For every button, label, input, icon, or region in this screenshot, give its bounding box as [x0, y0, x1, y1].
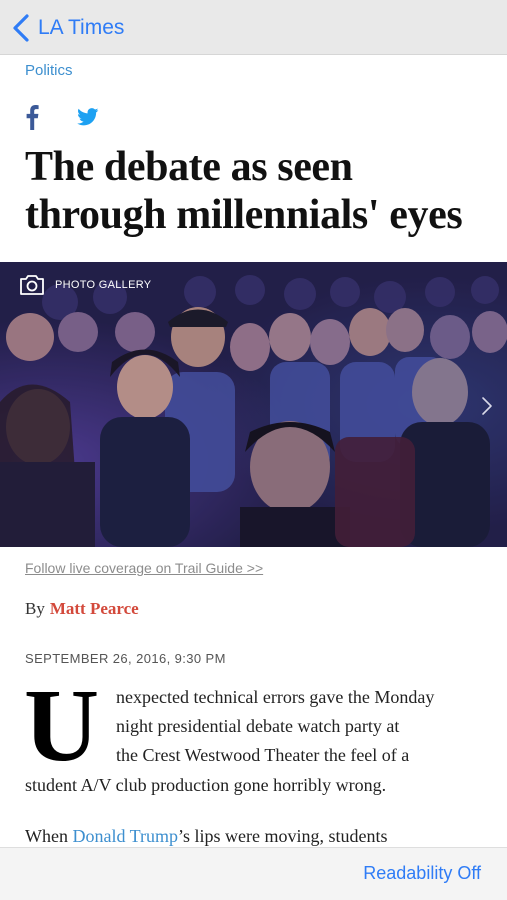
author-link[interactable]: Matt Pearce: [50, 599, 139, 618]
body-line-4: student A/V club production gone horribl…: [25, 775, 387, 795]
trail-guide-link[interactable]: Follow live coverage on Trail Guide >>: [25, 560, 263, 576]
body-line-5-start: When: [25, 826, 73, 846]
body-line-5-end: ’s lips were moving, students: [178, 826, 388, 846]
body-line-1: nexpected technical errors gave the Mond…: [116, 687, 435, 707]
facebook-icon[interactable]: [25, 104, 39, 130]
twitter-icon[interactable]: [77, 108, 99, 126]
back-button-label: LA Times: [38, 16, 125, 39]
drop-cap: U: [24, 668, 100, 783]
body-line-5: When Donald Trump’s lips were moving, st…: [25, 825, 388, 847]
back-chevron-icon: [13, 14, 29, 42]
donald-trump-link[interactable]: Donald Trump: [72, 826, 178, 846]
headline-line-1: The debate as seen: [25, 144, 353, 190]
body-line-2: night presidential debate watch party at: [116, 716, 400, 736]
audience-photo-illustration: [0, 262, 507, 547]
navigation-bar: LA Times: [0, 0, 507, 55]
readability-toggle-button[interactable]: Readability Off: [363, 863, 481, 884]
camera-icon: [20, 275, 44, 295]
article-photo[interactable]: PHOTO GALLERY: [0, 262, 507, 547]
share-row: [25, 103, 99, 131]
headline: The debate as seen through millennials' …: [25, 143, 495, 239]
byline-prefix: By: [25, 599, 45, 618]
byline: By Matt Pearce: [25, 599, 139, 619]
back-button[interactable]: LA Times: [12, 12, 124, 44]
section-label[interactable]: Politics: [25, 62, 73, 79]
headline-line-2: through millennials' eyes: [25, 192, 463, 238]
body-line-3: the Crest Westwood Theater the feel of a: [116, 745, 410, 765]
photo-gallery-badge[interactable]: PHOTO GALLERY: [19, 274, 151, 296]
dateline: SEPTEMBER 26, 2016, 9:30 PM: [25, 651, 226, 666]
bottom-toolbar: Readability Off: [0, 847, 507, 900]
photo-gallery-label: PHOTO GALLERY: [55, 279, 152, 291]
next-photo-button[interactable]: [480, 395, 494, 422]
chevron-right-icon: [482, 397, 492, 415]
